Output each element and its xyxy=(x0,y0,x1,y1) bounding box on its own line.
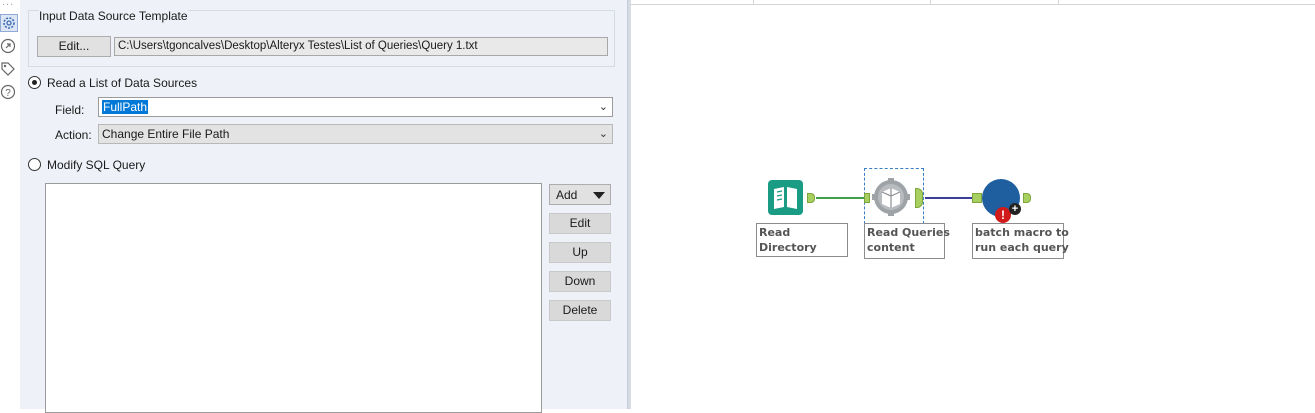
down-button[interactable]: Down xyxy=(549,271,611,292)
input-anchor[interactable] xyxy=(864,193,870,203)
batch-macro-label[interactable]: batch macro to run each query xyxy=(972,223,1069,259)
action-select[interactable]: Change Entire File Path ⌄ xyxy=(98,124,613,144)
action-value: Change Entire File Path xyxy=(102,127,230,141)
more-dots: ... xyxy=(2,0,15,8)
tag-icon[interactable] xyxy=(0,61,18,79)
add-button[interactable]: Add xyxy=(549,184,611,205)
modify-sql-radio[interactable] xyxy=(28,158,41,171)
modify-sql-label: Modify SQL Query xyxy=(47,158,146,172)
read-queries-content-label[interactable]: Read Queries content xyxy=(864,223,950,259)
field-value: FullPath xyxy=(102,100,149,114)
gear-icon[interactable] xyxy=(0,14,18,32)
help-icon[interactable]: ? xyxy=(0,84,18,102)
read-queries-label-text: Read Queries content xyxy=(867,226,950,254)
group-title: Input Data Source Template xyxy=(39,9,188,23)
up-button[interactable]: Up xyxy=(549,242,611,263)
tool-icon-strip: ... ? xyxy=(0,0,20,409)
macro-gear-icon xyxy=(872,178,910,216)
read-directory-tool[interactable] xyxy=(768,180,803,215)
read-directory-label[interactable]: Read Directory xyxy=(756,223,848,257)
dropdown-arrow-icon xyxy=(593,192,605,199)
book-icon xyxy=(774,187,797,209)
field-select[interactable]: FullPath ⌄ xyxy=(98,97,613,117)
connections-layer xyxy=(816,197,972,199)
template-path-field[interactable]: C:\Users\tgoncalves\Desktop\Alteryx Test… xyxy=(114,37,608,56)
add-label: Add xyxy=(556,188,578,202)
template-group: Input Data Source Template Edit... C:\Us… xyxy=(28,9,615,67)
edit-template-button[interactable]: Edit... xyxy=(37,36,111,57)
input-anchor[interactable] xyxy=(972,193,982,203)
delete-button[interactable]: Delete xyxy=(549,300,611,321)
output-anchor[interactable] xyxy=(1023,193,1031,203)
svg-text:?: ? xyxy=(5,88,11,99)
configuration-panel: Input Data Source Template Edit... C:\Us… xyxy=(20,0,627,413)
chevron-down-icon: ⌄ xyxy=(598,101,608,113)
read-list-radio[interactable] xyxy=(28,76,41,89)
field-label: Field: xyxy=(55,103,85,117)
output-anchor[interactable] xyxy=(915,188,923,208)
read-list-label: Read a List of Data Sources xyxy=(47,76,198,90)
read-queries-content-tool[interactable] xyxy=(872,178,910,216)
output-anchor[interactable] xyxy=(807,193,815,203)
sql-query-list[interactable] xyxy=(45,183,542,413)
annotation-icon[interactable] xyxy=(0,38,18,56)
action-label: Action: xyxy=(55,128,92,142)
add-badge-icon[interactable]: + xyxy=(1009,203,1021,215)
batch-macro-label-text: batch macro to run each query xyxy=(975,226,1069,254)
workflow-canvas[interactable]: Read Directory Read Queries content ! + … xyxy=(631,0,1315,409)
chevron-down-icon: ⌄ xyxy=(598,128,608,140)
edit-button[interactable]: Edit xyxy=(549,213,611,234)
